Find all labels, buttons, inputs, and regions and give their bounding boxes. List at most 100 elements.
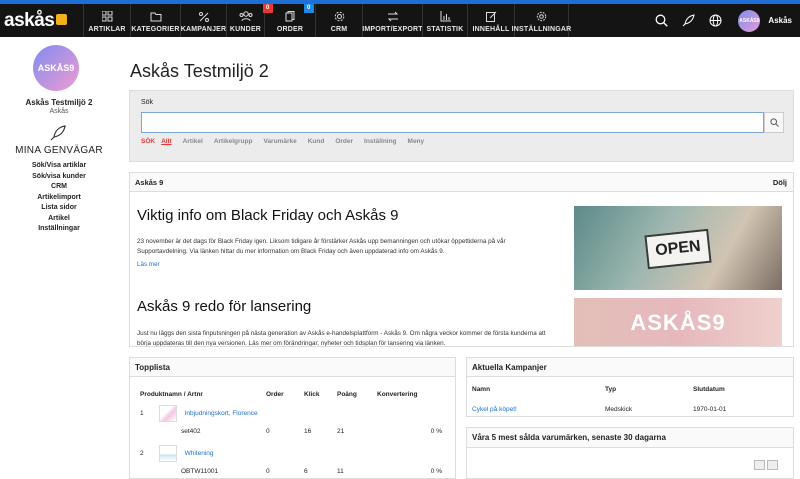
table-row: OBTW11001 0 6 11 0 % xyxy=(140,462,450,478)
filter-allt[interactable]: Allt xyxy=(161,138,171,145)
shortcut-link[interactable]: Lista sidor xyxy=(0,203,118,214)
user-avatar[interactable]: ASKÅS9 xyxy=(738,9,761,32)
nav-label: INNEHÅLL xyxy=(472,26,510,33)
product-link[interactable]: Whitening xyxy=(185,450,214,457)
user-name[interactable]: Askås xyxy=(768,16,792,25)
col-conversion: Konvertering xyxy=(377,390,418,398)
search-input[interactable] xyxy=(141,112,764,133)
crm-count-badge: 0 xyxy=(304,4,314,13)
product-thumbnail[interactable] xyxy=(158,405,177,422)
download-icon[interactable] xyxy=(767,460,778,470)
askas-logo[interactable]: askås xyxy=(4,10,68,32)
filter-installning[interactable]: Inställning xyxy=(364,138,397,145)
shortcut-link[interactable]: Sök/Visa artiklar xyxy=(0,161,118,172)
article-body: 23 november är det dags för Black Friday… xyxy=(137,238,506,255)
product-link[interactable]: Inbjudningskort, Florence xyxy=(185,410,258,417)
rank: 2 xyxy=(140,450,144,458)
col-product: Produktnamn / Artnr xyxy=(140,390,203,398)
filter-meny[interactable]: Meny xyxy=(408,138,425,145)
nav-item-kampanjer[interactable]: KAMPANJER xyxy=(180,4,226,37)
search-prefix: SÖK xyxy=(141,138,156,145)
nav-label: ARTIKLAR xyxy=(88,26,126,33)
product-thumbnail[interactable] xyxy=(158,445,177,462)
logo-cube-icon xyxy=(56,14,68,25)
col-points: Poäng xyxy=(337,390,357,398)
swap-arrows-icon xyxy=(387,10,399,23)
shop-avatar: ASKÅS9 xyxy=(33,45,79,91)
globe-icon[interactable] xyxy=(702,4,729,37)
filter-kund[interactable]: Kund xyxy=(308,138,325,145)
left-sidebar: ASKÅS9 Askås Testmiljö 2 Askås MINA GENV… xyxy=(0,37,118,479)
nav-label: KUNDER xyxy=(229,26,262,33)
shortcut-link[interactable]: CRM xyxy=(0,182,118,193)
news-header-title: Askås 9 xyxy=(135,178,164,187)
settings-gear-icon xyxy=(536,10,547,23)
read-more-link[interactable]: Läs mer xyxy=(137,261,557,268)
print-icon[interactable] xyxy=(754,460,765,470)
shortcut-link[interactable]: Inställningar xyxy=(0,224,118,235)
campaigns-title: Aktuella Kampanjer xyxy=(467,358,793,377)
filter-order[interactable]: Order xyxy=(335,138,353,145)
nav-label: CRM xyxy=(330,26,348,33)
article-title[interactable]: Viktig info om Black Friday och Askås 9 xyxy=(137,207,557,224)
top-navigation: askås ARTIKLAR KATEGORIER KAMPANJER KUND… xyxy=(0,4,800,37)
nav-label: KAMPANJER xyxy=(180,26,227,33)
filter-varumarke[interactable]: Varumärke xyxy=(263,138,296,145)
bar-chart-icon xyxy=(440,10,451,23)
order-count-badge: 0 xyxy=(263,4,273,13)
col-type: Typ xyxy=(605,386,617,393)
nav-item-kategorier[interactable]: KATEGORIER xyxy=(130,4,180,37)
conversion: 0 % xyxy=(430,468,442,475)
news-article: Askås 9 redo för lansering Just nu läggs… xyxy=(137,298,557,346)
order-count: 0 xyxy=(266,468,270,475)
edit-icon xyxy=(485,10,497,23)
points: 21 xyxy=(337,428,345,435)
filter-artikel[interactable]: Artikel xyxy=(183,138,203,145)
search-icon[interactable] xyxy=(648,4,675,37)
nav-label: ORDER xyxy=(276,26,304,33)
rocket-icon[interactable] xyxy=(675,4,702,37)
campaign-end: 1970-01-01 xyxy=(693,405,727,413)
col-name: Namn xyxy=(472,386,491,393)
nav-items: ARTIKLAR KATEGORIER KAMPANJER KUNDER 0 O… xyxy=(83,4,572,37)
toplist-panel: Topplista Produktnamn / Artnr Order Klic… xyxy=(129,357,456,479)
export-tools xyxy=(752,460,778,470)
grid-icon xyxy=(101,10,113,23)
table-row: set402 0 16 21 0 % xyxy=(140,422,450,441)
shop-name: Askås Testmiljö 2 xyxy=(25,98,93,107)
nav-item-installningar[interactable]: INSTÄLLNINGAR xyxy=(511,4,572,37)
toplist-title: Topplista xyxy=(130,358,455,377)
askas9-banner-image[interactable]: ASKÅS9 xyxy=(574,298,782,346)
filter-artikelgrupp[interactable]: Artikelgrupp xyxy=(214,138,253,145)
click-count: 16 xyxy=(304,428,312,435)
search-icon xyxy=(769,118,779,127)
nav-label: KATEGORIER xyxy=(131,26,180,33)
brands-title: Våra 5 mest sålda varumärken, senaste 30… xyxy=(467,428,793,448)
brands-panel: Våra 5 mest sålda varumärken, senaste 30… xyxy=(466,427,794,479)
copy-icon xyxy=(285,10,295,23)
hide-button[interactable]: Dölj xyxy=(773,178,787,187)
nav-item-import-export[interactable]: IMPORT/EXPORT xyxy=(362,4,423,37)
folder-icon xyxy=(150,10,162,23)
open-sign-image[interactable]: OPEN xyxy=(574,206,782,290)
nav-label: INSTÄLLNINGAR xyxy=(511,26,572,33)
campaign-link[interactable]: Cykel på köpet! xyxy=(472,397,605,416)
nav-item-statistik[interactable]: STATISTIK xyxy=(422,4,467,37)
shortcut-link[interactable]: Sök/visa kunder xyxy=(0,172,118,183)
rocket-icon xyxy=(50,125,66,146)
artnr: OBTW11001 xyxy=(181,468,219,475)
percent-icon xyxy=(198,10,209,23)
article-title[interactable]: Askås 9 redo för lansering xyxy=(137,298,557,315)
shortcut-link[interactable]: Artikelimport xyxy=(0,193,118,204)
nav-item-crm[interactable]: 0 CRM xyxy=(304,4,362,37)
open-sign: OPEN xyxy=(644,228,712,270)
nav-item-kunder[interactable]: KUNDER xyxy=(226,4,264,37)
shop-sub: Askås xyxy=(49,108,69,115)
campaigns-table: Namn Typ Slutdatum Cykel på köpet! Medsk… xyxy=(472,382,788,416)
nav-item-artiklar[interactable]: ARTIKLAR xyxy=(83,4,130,37)
table-row: 1 Inbjudningskort, Florence xyxy=(140,401,450,422)
search-button[interactable] xyxy=(764,112,784,133)
nav-item-innehall[interactable]: INNEHÅLL xyxy=(467,4,514,37)
shortcut-link[interactable]: Artikel xyxy=(0,214,118,225)
rank: 1 xyxy=(140,410,144,418)
